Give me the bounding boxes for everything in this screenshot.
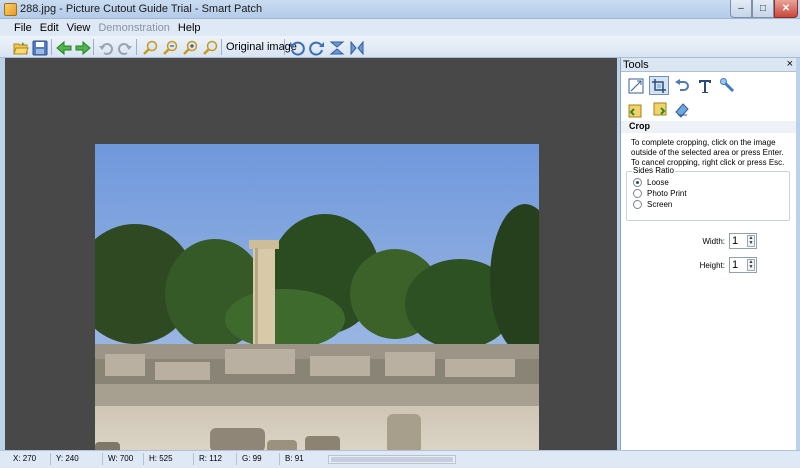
rotate-right-tool-icon[interactable] [649, 100, 669, 119]
photo-image[interactable] [95, 144, 539, 468]
tools-panel-title: Tools [623, 59, 649, 71]
original-image-button[interactable]: Original image [226, 41, 297, 53]
undo-tool-icon[interactable] [672, 76, 692, 95]
radio-button[interactable] [633, 189, 642, 198]
app-icon [4, 3, 17, 16]
zoom-out-icon[interactable] [161, 39, 178, 56]
radio-button[interactable] [633, 200, 642, 209]
toolbar-separator [136, 39, 137, 55]
tools-row-1 [626, 76, 738, 95]
resize-tool-icon[interactable] [626, 76, 646, 95]
zoom-in-icon[interactable] [181, 39, 198, 56]
crop-description: To complete cropping, click on the image… [631, 138, 785, 167]
toolbar: Original image [0, 36, 800, 58]
tools-panel-header: Tools × [621, 58, 796, 72]
status-height: H: 525 [149, 454, 173, 463]
width-label: Width: [702, 236, 725, 246]
status-separator [102, 453, 103, 465]
sides-ratio-group: Sides Ratio Loose Photo Print Screen [626, 166, 790, 221]
effects-tool-icon[interactable] [672, 100, 692, 119]
flip-vertical-icon[interactable] [328, 39, 345, 56]
wrench-tool-icon[interactable] [718, 76, 738, 95]
status-separator [236, 453, 237, 465]
close-button[interactable]: ✕ [774, 0, 798, 18]
status-separator [279, 453, 280, 465]
status-width: W: 700 [108, 454, 134, 463]
tools-row-2 [626, 100, 692, 119]
rotate-right-icon[interactable] [308, 39, 325, 56]
width-row: Width: 1 ▲ ▼ [699, 233, 757, 249]
status-y: Y: 240 [56, 454, 79, 463]
horizontal-scrollbar[interactable] [328, 455, 456, 464]
menu-view[interactable]: View [63, 22, 95, 34]
radio-label: Photo Print [647, 189, 687, 198]
zoom-fit-icon[interactable] [141, 39, 158, 56]
status-separator [193, 453, 194, 465]
menu-demonstration[interactable]: Demonstration [94, 22, 174, 34]
status-red: R: 112 [199, 454, 222, 463]
crop-section-header: Crop [621, 121, 796, 133]
title-bar: 288.jpg - Picture Cutout Guide Trial - S… [0, 0, 800, 19]
height-row: Height: 1 ▲ ▼ [699, 257, 757, 273]
scrollbar-thumb[interactable] [331, 457, 453, 462]
image-canvas[interactable] [5, 58, 617, 468]
forward-arrow-icon[interactable] [74, 39, 91, 56]
menu-file[interactable]: File [10, 22, 36, 34]
maximize-button[interactable]: □ [752, 0, 774, 18]
window-title: 288.jpg - Picture Cutout Guide Trial - S… [20, 3, 263, 15]
status-separator [50, 453, 51, 465]
status-bar: X: 270 Y: 240 W: 700 H: 525 R: 112 G: 99… [0, 450, 800, 468]
redo-icon[interactable] [116, 39, 133, 56]
radio-label: Screen [647, 200, 673, 209]
menu-bar: File Edit View Demonstration Help [0, 19, 800, 36]
toolbar-separator [93, 39, 94, 55]
tools-panel: Tools × Crop To complete cropping, click… [620, 58, 796, 450]
radio-button[interactable] [633, 178, 642, 187]
toolbar-separator [51, 39, 52, 55]
height-spinner[interactable]: ▲ ▼ [747, 259, 755, 271]
toolbar-separator [221, 39, 222, 55]
status-green: G: 99 [242, 454, 262, 463]
radio-label: Loose [647, 178, 669, 187]
width-input[interactable]: 1 ▲ ▼ [729, 233, 757, 249]
radio-screen[interactable]: Screen [633, 200, 672, 209]
toolbar-separator [284, 39, 285, 55]
status-blue: B: 91 [285, 454, 304, 463]
crop-tool-icon[interactable] [649, 76, 669, 95]
radio-photo-print[interactable]: Photo Print [633, 189, 687, 198]
flip-horizontal-icon[interactable] [348, 39, 365, 56]
rotate-left-tool-icon[interactable] [626, 100, 646, 119]
width-value: 1 [732, 235, 739, 247]
radio-loose[interactable]: Loose [633, 178, 669, 187]
open-folder-icon[interactable] [12, 39, 29, 56]
width-spinner[interactable]: ▲ ▼ [747, 235, 755, 247]
menu-edit[interactable]: Edit [36, 22, 63, 34]
status-x: X: 270 [13, 454, 37, 463]
zoom-actual-icon[interactable] [201, 39, 218, 56]
height-label: Height: [699, 260, 725, 270]
height-input[interactable]: 1 ▲ ▼ [729, 257, 757, 273]
menu-help[interactable]: Help [174, 22, 205, 34]
crop-section-title: Crop [629, 121, 650, 131]
height-value: 1 [732, 259, 739, 271]
back-arrow-icon[interactable] [55, 39, 72, 56]
tools-panel-close-button[interactable]: × [787, 58, 793, 70]
sides-ratio-label: Sides Ratio [632, 166, 675, 175]
status-separator [143, 453, 144, 465]
minimize-button[interactable]: – [730, 0, 752, 18]
rotate-left-icon[interactable] [288, 39, 305, 56]
save-icon[interactable] [31, 39, 48, 56]
text-tool-icon[interactable] [695, 76, 715, 95]
undo-icon[interactable] [97, 39, 114, 56]
